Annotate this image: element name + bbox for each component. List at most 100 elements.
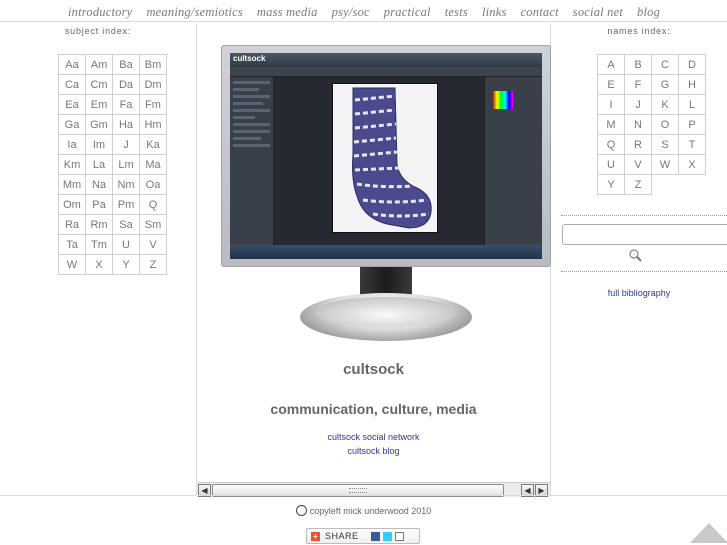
names-index-cell-m[interactable]: M: [597, 114, 625, 135]
names-index-cell-t[interactable]: T: [678, 134, 706, 155]
names-index-cell-n[interactable]: N: [624, 114, 652, 135]
names-index-cell-p[interactable]: P: [678, 114, 706, 135]
share-button[interactable]: + SHARE: [306, 528, 420, 544]
nav-tests[interactable]: tests: [445, 5, 468, 19]
subject-index-cell-ca[interactable]: Ca: [58, 74, 86, 95]
subject-index-cell-ka[interactable]: Ka: [139, 134, 167, 155]
search-input[interactable]: [562, 224, 727, 245]
share-plus-icon: +: [311, 531, 320, 541]
nav-mass-media[interactable]: mass media: [257, 5, 318, 19]
names-index-cell-d[interactable]: D: [678, 54, 706, 75]
subject-index-cell-u[interactable]: U: [112, 234, 140, 255]
subject-index-cell-w[interactable]: W: [58, 254, 86, 275]
subject-index-cell-mm[interactable]: Mm: [58, 174, 86, 195]
subject-index-cell-q[interactable]: Q: [139, 194, 167, 215]
subject-index-cell-ea[interactable]: Ea: [58, 94, 86, 115]
names-index-cell-v[interactable]: V: [624, 154, 652, 175]
facebook-icon: [370, 531, 380, 541]
names-index-cell-e[interactable]: E: [597, 74, 625, 95]
subject-index-cell-cm[interactable]: Cm: [85, 74, 113, 95]
subject-index-grid: Aa Am Ba Bm Ca Cm Da Dm Ea Em Fa Fm Ga Gm Ha Hm Ia Im J Ka K…: [58, 54, 167, 275]
magnifier-icon: [629, 249, 642, 262]
nav-links[interactable]: links: [482, 5, 507, 19]
subject-index-cell-fm[interactable]: Fm: [139, 94, 167, 115]
nav-blog[interactable]: blog: [637, 5, 660, 19]
nav-psy-soc[interactable]: psy/soc: [332, 5, 370, 19]
subject-index-cell-hm[interactable]: Hm: [139, 114, 167, 135]
names-index-cell-s[interactable]: S: [651, 134, 679, 155]
social-network-link[interactable]: cultsock social network: [197, 432, 550, 442]
subject-index-cell-dm[interactable]: Dm: [139, 74, 167, 95]
names-index-cell-h[interactable]: H: [678, 74, 706, 95]
nav-introductory[interactable]: introductory: [68, 5, 132, 19]
email-icon: [394, 531, 404, 541]
subject-index-cell-oa[interactable]: Oa: [139, 174, 167, 195]
subject-index-cell-j[interactable]: J: [112, 134, 140, 155]
site-title: cultsock: [343, 361, 404, 378]
nav-practical[interactable]: practical: [384, 5, 431, 19]
subject-index-cell-ba[interactable]: Ba: [112, 54, 140, 75]
subject-index-cell-ia[interactable]: Ia: [58, 134, 86, 155]
names-index-grid: ABCD EFGH IJKL MNOP QRST UVWX YZ: [597, 54, 706, 195]
nav-social-net[interactable]: social net: [573, 5, 623, 19]
subject-index-cell-em[interactable]: Em: [85, 94, 113, 115]
subject-index-cell-om[interactable]: Om: [58, 194, 86, 215]
names-index-cell-z[interactable]: Z: [624, 174, 652, 195]
screen-logo: cultsock: [233, 54, 266, 63]
subject-index-cell-bm[interactable]: Bm: [139, 54, 167, 75]
subject-index-cell-am[interactable]: Am: [85, 54, 113, 75]
tagline: communication, culture, media: [270, 401, 477, 417]
subject-index-cell-lm[interactable]: Lm: [112, 154, 140, 175]
subject-index-cell-im[interactable]: Im: [85, 134, 113, 155]
names-index-cell-b[interactable]: B: [624, 54, 652, 75]
names-index-cell-o[interactable]: O: [651, 114, 679, 135]
nav-meaning-semiotics[interactable]: meaning/semiotics: [146, 5, 242, 19]
blog-link[interactable]: cultsock blog: [197, 446, 550, 456]
subject-index-cell-gm[interactable]: Gm: [85, 114, 113, 135]
subject-index-cell-x[interactable]: X: [85, 254, 113, 275]
subject-index-cell-ha[interactable]: Ha: [112, 114, 140, 135]
names-index-cell-x[interactable]: X: [678, 154, 706, 175]
full-bibliography-link[interactable]: full bibliography: [551, 288, 727, 298]
names-index-cell-r[interactable]: R: [624, 134, 652, 155]
subject-index-cell-nm[interactable]: Nm: [112, 174, 140, 195]
back-to-top-icon[interactable]: [690, 523, 727, 543]
subject-index-cell-na[interactable]: Na: [85, 174, 113, 195]
subject-index-cell-rm[interactable]: Rm: [85, 214, 113, 235]
names-index-cell-j[interactable]: J: [624, 94, 652, 115]
subject-index-cell-pa[interactable]: Pa: [85, 194, 113, 215]
nav-contact[interactable]: contact: [521, 5, 559, 19]
names-index-cell-u[interactable]: U: [597, 154, 625, 175]
names-index-cell-i[interactable]: I: [597, 94, 625, 115]
search-button[interactable]: [627, 248, 645, 264]
names-index-cell-k[interactable]: K: [651, 94, 679, 115]
subject-index-cell-ra[interactable]: Ra: [58, 214, 86, 235]
subject-index-cell-ga[interactable]: Ga: [58, 114, 86, 135]
names-index-cell-w[interactable]: W: [651, 154, 679, 175]
subject-index-cell-pm[interactable]: Pm: [112, 194, 140, 215]
subject-index-cell-z[interactable]: Z: [139, 254, 167, 275]
subject-index-cell-la[interactable]: La: [85, 154, 113, 175]
subject-index-cell-aa[interactable]: Aa: [58, 54, 86, 75]
share-label: SHARE: [325, 531, 359, 541]
subject-index-cell-v[interactable]: V: [139, 234, 167, 255]
subject-index-cell-km[interactable]: Km: [58, 154, 86, 175]
nav-items: introductory meaning/semiotics mass media p…: [68, 3, 674, 21]
names-index-cell-c[interactable]: C: [651, 54, 679, 75]
subject-index-cell-ta[interactable]: Ta: [58, 234, 86, 255]
subject-index-cell-sa[interactable]: Sa: [112, 214, 140, 235]
names-index-cell-l[interactable]: L: [678, 94, 706, 115]
copyleft-text: copyleft mick underwood 2010: [309, 506, 432, 516]
names-index-cell-y[interactable]: Y: [597, 174, 625, 195]
names-index-cell-f[interactable]: F: [624, 74, 652, 95]
subject-index-cell-fa[interactable]: Fa: [112, 94, 140, 115]
names-index-cell-g[interactable]: G: [651, 74, 679, 95]
subject-index-cell-sm[interactable]: Sm: [139, 214, 167, 235]
subject-index-panel: subject index: Aa Am Ba Bm Ca Cm Da Dm Ea Em Fa Fm G…: [0, 23, 196, 495]
names-index-cell-a[interactable]: A: [597, 54, 625, 75]
subject-index-cell-y[interactable]: Y: [112, 254, 140, 275]
names-index-cell-q[interactable]: Q: [597, 134, 625, 155]
subject-index-cell-tm[interactable]: Tm: [85, 234, 113, 255]
subject-index-cell-ma[interactable]: Ma: [139, 154, 167, 175]
subject-index-cell-da[interactable]: Da: [112, 74, 140, 95]
